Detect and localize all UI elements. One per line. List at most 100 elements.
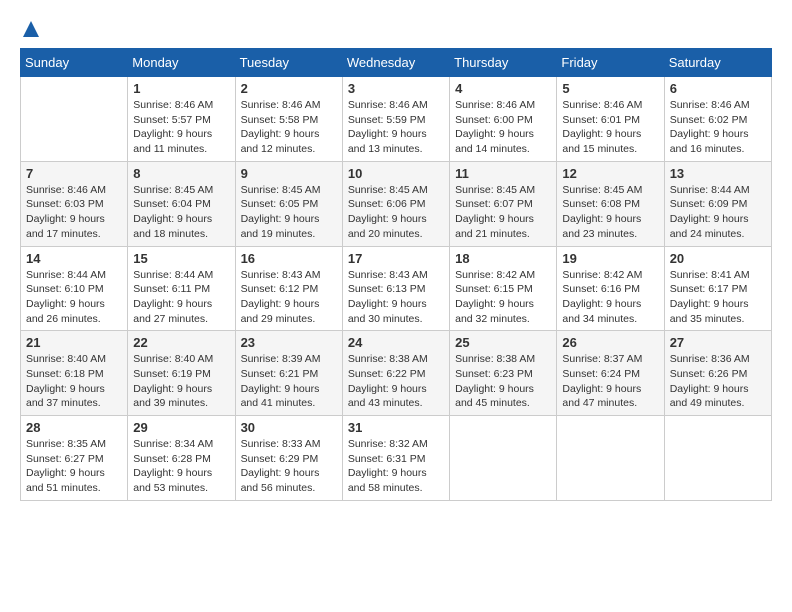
day-info: Sunrise: 8:46 AMSunset: 5:57 PMDaylight:… [133, 98, 229, 157]
day-info: Sunrise: 8:38 AMSunset: 6:22 PMDaylight:… [348, 352, 444, 411]
day-info: Sunrise: 8:45 AMSunset: 6:08 PMDaylight:… [562, 183, 658, 242]
day-info: Sunrise: 8:43 AMSunset: 6:13 PMDaylight:… [348, 268, 444, 327]
day-number: 24 [348, 335, 444, 350]
day-number: 10 [348, 166, 444, 181]
day-number: 7 [26, 166, 122, 181]
column-header-friday: Friday [557, 49, 664, 77]
calendar-cell: 2 Sunrise: 8:46 AMSunset: 5:58 PMDaylight… [235, 77, 342, 162]
day-number: 19 [562, 251, 658, 266]
day-number: 23 [241, 335, 337, 350]
day-info: Sunrise: 8:40 AMSunset: 6:18 PMDaylight:… [26, 352, 122, 411]
day-info: Sunrise: 8:39 AMSunset: 6:21 PMDaylight:… [241, 352, 337, 411]
day-info: Sunrise: 8:45 AMSunset: 6:04 PMDaylight:… [133, 183, 229, 242]
day-info: Sunrise: 8:42 AMSunset: 6:15 PMDaylight:… [455, 268, 551, 327]
calendar-cell: 29Sunrise: 8:34 AMSunset: 6:28 PMDayligh… [128, 416, 235, 501]
day-info: Sunrise: 8:46 AMSunset: 6:01 PMDaylight:… [562, 98, 658, 157]
calendar-cell: 24 Sunrise: 8:38 AMSunset: 6:22 PMDayligh… [342, 331, 449, 416]
calendar-cell: 14 Sunrise: 8:44 AMSunset: 6:10 PMDayligh… [21, 246, 128, 331]
day-info: Sunrise: 8:32 AMSunset: 6:31 PMDaylight:… [348, 437, 444, 496]
day-info: Sunrise: 8:43 AMSunset: 6:12 PMDaylight:… [241, 268, 337, 327]
calendar-cell: 15 Sunrise: 8:44 AMSunset: 6:11 PMDayligh… [128, 246, 235, 331]
column-header-monday: Monday [128, 49, 235, 77]
day-info: Sunrise: 8:44 AMSunset: 6:10 PMDaylight:… [26, 268, 122, 327]
week-row-3: 14 Sunrise: 8:44 AMSunset: 6:10 PMDayligh… [21, 246, 772, 331]
calendar-cell: 17 Sunrise: 8:43 AMSunset: 6:13 PMDayligh… [342, 246, 449, 331]
day-info: Sunrise: 8:46 AMSunset: 5:59 PMDaylight:… [348, 98, 444, 157]
calendar-cell: 30 Sunrise: 8:33 AMSunset: 6:29 PMDayligh… [235, 416, 342, 501]
calendar-cell: 6 Sunrise: 8:46 AMSunset: 6:02 PMDaylight… [664, 77, 771, 162]
day-info: Sunrise: 8:44 AMSunset: 6:11 PMDaylight:… [133, 268, 229, 327]
calendar-cell: 3 Sunrise: 8:46 AMSunset: 5:59 PMDaylight… [342, 77, 449, 162]
day-number: 25 [455, 335, 551, 350]
calendar-cell: 23 Sunrise: 8:39 AMSunset: 6:21 PMDayligh… [235, 331, 342, 416]
calendar-cell: 31 Sunrise: 8:32 AMSunset: 6:31 PMDayligh… [342, 416, 449, 501]
day-number: 20 [670, 251, 766, 266]
day-number: 21 [26, 335, 122, 350]
header [20, 20, 772, 38]
week-row-4: 21 Sunrise: 8:40 AMSunset: 6:18 PMDayligh… [21, 331, 772, 416]
calendar-cell: 7 Sunrise: 8:46 AMSunset: 6:03 PMDaylight… [21, 161, 128, 246]
calendar-cell: 16 Sunrise: 8:43 AMSunset: 6:12 PMDayligh… [235, 246, 342, 331]
calendar-cell: 12Sunrise: 8:45 AMSunset: 6:08 PMDayligh… [557, 161, 664, 246]
day-number: 15 [133, 251, 229, 266]
calendar-cell: 13 Sunrise: 8:44 AMSunset: 6:09 PMDayligh… [664, 161, 771, 246]
week-row-5: 28Sunrise: 8:35 AMSunset: 6:27 PMDayligh… [21, 416, 772, 501]
calendar-cell: 18Sunrise: 8:42 AMSunset: 6:15 PMDayligh… [450, 246, 557, 331]
day-number: 29 [133, 420, 229, 435]
calendar-cell: 21 Sunrise: 8:40 AMSunset: 6:18 PMDayligh… [21, 331, 128, 416]
column-header-sunday: Sunday [21, 49, 128, 77]
day-info: Sunrise: 8:46 AMSunset: 6:03 PMDaylight:… [26, 183, 122, 242]
day-number: 2 [241, 81, 337, 96]
day-number: 31 [348, 420, 444, 435]
calendar-table: SundayMondayTuesdayWednesdayThursdayFrid… [20, 48, 772, 501]
day-info: Sunrise: 8:33 AMSunset: 6:29 PMDaylight:… [241, 437, 337, 496]
day-number: 9 [241, 166, 337, 181]
calendar-cell [557, 416, 664, 501]
day-info: Sunrise: 8:46 AMSunset: 6:02 PMDaylight:… [670, 98, 766, 157]
calendar-cell: 4 Sunrise: 8:46 AMSunset: 6:00 PMDaylight… [450, 77, 557, 162]
calendar-cell: 22Sunrise: 8:40 AMSunset: 6:19 PMDayligh… [128, 331, 235, 416]
calendar-cell: 25 Sunrise: 8:38 AMSunset: 6:23 PMDayligh… [450, 331, 557, 416]
day-number: 16 [241, 251, 337, 266]
day-info: Sunrise: 8:46 AMSunset: 5:58 PMDaylight:… [241, 98, 337, 157]
column-headers: SundayMondayTuesdayWednesdayThursdayFrid… [21, 49, 772, 77]
day-info: Sunrise: 8:36 AMSunset: 6:26 PMDaylight:… [670, 352, 766, 411]
calendar-cell: 11Sunrise: 8:45 AMSunset: 6:07 PMDayligh… [450, 161, 557, 246]
day-info: Sunrise: 8:45 AMSunset: 6:07 PMDaylight:… [455, 183, 551, 242]
day-info: Sunrise: 8:35 AMSunset: 6:27 PMDaylight:… [26, 437, 122, 496]
column-header-wednesday: Wednesday [342, 49, 449, 77]
day-info: Sunrise: 8:44 AMSunset: 6:09 PMDaylight:… [670, 183, 766, 242]
day-info: Sunrise: 8:45 AMSunset: 6:06 PMDaylight:… [348, 183, 444, 242]
day-number: 14 [26, 251, 122, 266]
day-number: 1 [133, 81, 229, 96]
day-number: 3 [348, 81, 444, 96]
day-number: 6 [670, 81, 766, 96]
logo-triangle-icon [22, 20, 40, 38]
day-info: Sunrise: 8:42 AMSunset: 6:16 PMDaylight:… [562, 268, 658, 327]
day-info: Sunrise: 8:45 AMSunset: 6:05 PMDaylight:… [241, 183, 337, 242]
calendar-cell: 20 Sunrise: 8:41 AMSunset: 6:17 PMDayligh… [664, 246, 771, 331]
column-header-saturday: Saturday [664, 49, 771, 77]
day-number: 27 [670, 335, 766, 350]
calendar-body: 1 Sunrise: 8:46 AMSunset: 5:57 PMDaylight… [21, 77, 772, 501]
day-info: Sunrise: 8:41 AMSunset: 6:17 PMDaylight:… [670, 268, 766, 327]
week-row-2: 7 Sunrise: 8:46 AMSunset: 6:03 PMDaylight… [21, 161, 772, 246]
calendar-cell [664, 416, 771, 501]
day-number: 22 [133, 335, 229, 350]
day-number: 13 [670, 166, 766, 181]
calendar-cell: 28Sunrise: 8:35 AMSunset: 6:27 PMDayligh… [21, 416, 128, 501]
day-number: 8 [133, 166, 229, 181]
calendar-cell: 10 Sunrise: 8:45 AMSunset: 6:06 PMDayligh… [342, 161, 449, 246]
week-row-1: 1 Sunrise: 8:46 AMSunset: 5:57 PMDaylight… [21, 77, 772, 162]
column-header-tuesday: Tuesday [235, 49, 342, 77]
logo [20, 20, 42, 38]
day-number: 4 [455, 81, 551, 96]
column-header-thursday: Thursday [450, 49, 557, 77]
day-info: Sunrise: 8:37 AMSunset: 6:24 PMDaylight:… [562, 352, 658, 411]
calendar-cell: 9 Sunrise: 8:45 AMSunset: 6:05 PMDaylight… [235, 161, 342, 246]
day-number: 30 [241, 420, 337, 435]
day-info: Sunrise: 8:46 AMSunset: 6:00 PMDaylight:… [455, 98, 551, 157]
day-number: 17 [348, 251, 444, 266]
day-number: 26 [562, 335, 658, 350]
day-info: Sunrise: 8:38 AMSunset: 6:23 PMDaylight:… [455, 352, 551, 411]
